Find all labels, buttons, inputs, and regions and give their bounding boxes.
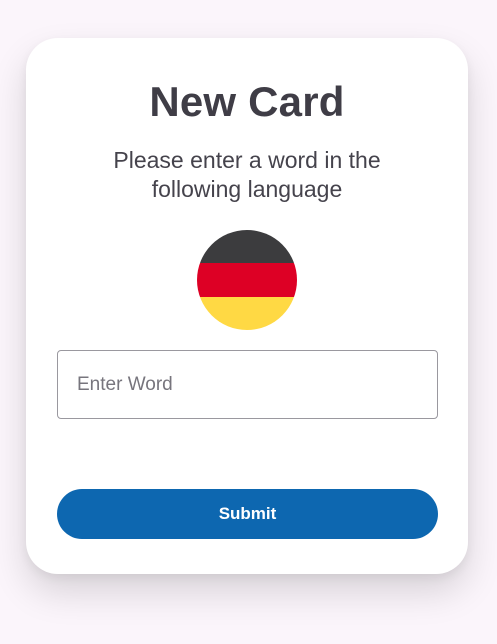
word-field[interactable] [57,350,438,419]
flag-stripe-black [197,230,297,264]
submit-button[interactable]: Submit [57,489,438,539]
page-title: New Card [149,78,345,125]
instructions-text: Please enter a word in the following lan… [113,147,381,202]
new-card-dialog: New Card Please enter a word in the foll… [26,38,468,574]
word-input[interactable] [58,351,437,418]
flag-stripe-red [197,263,297,297]
germany-flag-icon [197,230,297,330]
flag-stripe-gold [197,296,297,330]
